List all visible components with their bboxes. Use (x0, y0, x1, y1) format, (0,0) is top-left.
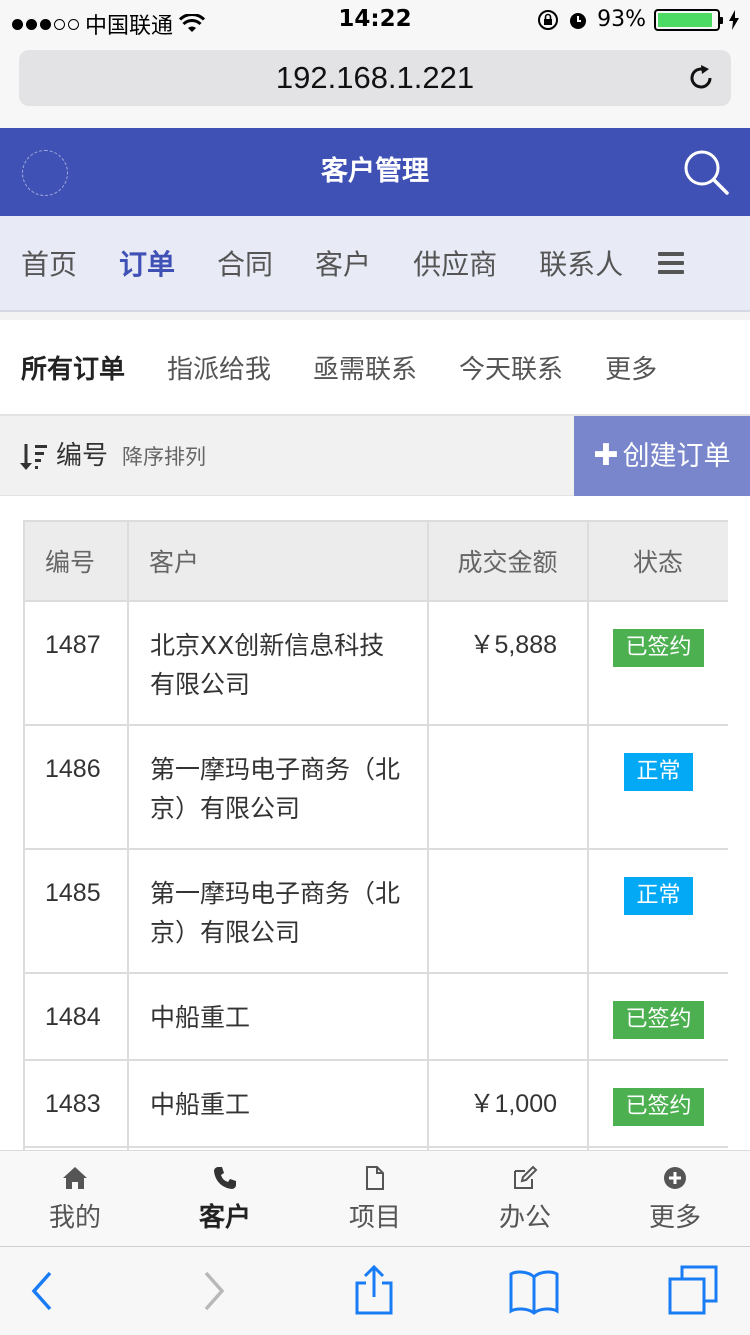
nav-item-suppliers[interactable]: 供应商 (392, 243, 518, 283)
cell-amount (427, 724, 589, 850)
app-tab-bar: 我的 客户 项目 办公 更多 (0, 1150, 750, 1247)
forward-icon[interactable] (186, 1265, 238, 1317)
home-icon (63, 1167, 87, 1189)
create-order-button[interactable]: ✚ 创建订单 (574, 416, 750, 496)
bottom-tab-projects[interactable]: 项目 (300, 1151, 450, 1247)
page-title: 客户管理 (321, 156, 429, 187)
tab-assigned-to-me[interactable]: 指派给我 (146, 349, 292, 386)
charging-icon (729, 9, 739, 30)
tab-contact-today[interactable]: 今天联系 (438, 349, 584, 386)
cell-status: 已签约 (587, 1059, 728, 1148)
phone-icon (214, 1167, 236, 1189)
divider (0, 312, 750, 320)
cell-customer: 中船重工 (127, 972, 429, 1061)
cell-amount: ￥1,000 (427, 1059, 589, 1148)
cell-id: 1483 (23, 1059, 129, 1148)
bottom-tab-label: 项目 (348, 1203, 401, 1233)
reload-icon[interactable] (685, 62, 717, 94)
cell-id: 1484 (23, 972, 129, 1061)
cell-status: 正常 (587, 848, 728, 974)
bookmarks-icon[interactable] (508, 1265, 560, 1317)
table-header-row: 编号 客户 成交金额 状态 (23, 520, 728, 602)
sort-order[interactable]: 降序排列 (122, 416, 206, 498)
cell-id: 1485 (23, 848, 129, 974)
back-icon[interactable] (18, 1265, 70, 1317)
bottom-tab-label: 客户 (198, 1203, 251, 1233)
nav-item-home[interactable]: 首页 (0, 243, 98, 283)
cell-id: 1487 (23, 600, 129, 726)
cell-status: 已签约 (587, 972, 728, 1061)
browser-toolbar (0, 1246, 750, 1335)
column-header-customer[interactable]: 客户 (127, 520, 429, 602)
sort-field[interactable]: 编号 (56, 416, 108, 496)
main-nav: 首页 订单 合同 客户 供应商 联系人 (0, 216, 750, 312)
alarm-icon (570, 12, 587, 29)
share-icon[interactable] (348, 1265, 400, 1317)
nav-item-orders[interactable]: 订单 (98, 243, 196, 283)
tab-urgent-contact[interactable]: 亟需联系 (292, 349, 438, 386)
cell-status: 已签约 (587, 600, 728, 726)
bottom-tab-customers[interactable]: 客户 (150, 1151, 300, 1247)
nav-item-customers[interactable]: 客户 (294, 243, 392, 283)
bottom-tab-mine[interactable]: 我的 (0, 1151, 150, 1247)
table-row[interactable]: 1487 北京XX创新信息科技有限公司 ￥5,888 已签约 (23, 600, 728, 726)
status-badge: 正常 (624, 877, 693, 915)
edit-icon (514, 1165, 538, 1189)
cell-customer: 第一摩玛电子商务（北京）有限公司 (127, 848, 429, 974)
battery-icon (654, 8, 723, 31)
hamburger-menu-icon[interactable] (658, 252, 684, 279)
cell-status: 正常 (587, 724, 728, 850)
table-row[interactable]: 1485 第一摩玛电子商务（北京）有限公司 正常 (23, 848, 728, 974)
nav-item-contacts[interactable]: 联系人 (518, 243, 644, 283)
plus-circle-icon (664, 1167, 686, 1189)
cell-amount: ￥5,888 (427, 600, 589, 726)
address-bar[interactable]: 192.168.1.221 (19, 50, 731, 106)
status-badge: 已签约 (613, 1088, 704, 1126)
bottom-tab-label: 我的 (48, 1203, 101, 1233)
bottom-tab-office[interactable]: 办公 (450, 1151, 600, 1247)
bottom-tab-label: 更多 (648, 1203, 701, 1233)
battery-percent: 93% (597, 7, 646, 32)
browser-address-area: 192.168.1.221 (0, 40, 750, 128)
column-header-id[interactable]: 编号 (23, 520, 129, 602)
cell-customer: 第一摩玛电子商务（北京）有限公司 (127, 724, 429, 850)
column-header-amount[interactable]: 成交金额 (427, 520, 589, 602)
sort-descending-icon[interactable] (20, 442, 48, 472)
cell-customer: 北京XX创新信息科技有限公司 (127, 600, 429, 726)
tab-more[interactable]: 更多 (584, 349, 678, 386)
status-bar: 中国联通 14:22 93% (0, 0, 750, 40)
url-text: 192.168.1.221 (275, 60, 475, 95)
search-icon[interactable] (682, 148, 730, 196)
bottom-tab-label: 办公 (498, 1203, 551, 1233)
status-right: 93% (537, 7, 740, 32)
document-icon (366, 1166, 384, 1190)
tab-all-orders[interactable]: 所有订单 (0, 349, 146, 386)
status-badge: 已签约 (613, 629, 704, 667)
table-row[interactable]: 1486 第一摩玛电子商务（北京）有限公司 正常 (23, 724, 728, 850)
orders-table: 编号 客户 成交金额 状态 1487 北京XX创新信息科技有限公司 ￥5,888… (23, 520, 728, 1150)
table-row[interactable]: 1483 中船重工 ￥1,000 已签约 (23, 1059, 728, 1148)
status-badge: 正常 (624, 753, 693, 791)
bottom-tab-more[interactable]: 更多 (600, 1151, 750, 1247)
column-header-status[interactable]: 状态 (587, 520, 728, 602)
nav-item-contracts[interactable]: 合同 (196, 243, 294, 283)
cell-customer: 中船重工 (127, 1059, 429, 1148)
app-header: 客户管理 (0, 128, 750, 216)
sort-bar: 编号 降序排列 ✚ 创建订单 (0, 416, 750, 496)
cell-id: 1486 (23, 724, 129, 850)
table-row[interactable]: 1484 中船重工 已签约 (23, 972, 728, 1061)
rotation-lock-icon (538, 9, 559, 30)
tabs-icon[interactable] (668, 1265, 720, 1317)
cell-amount (427, 848, 589, 974)
cell-amount (427, 972, 589, 1061)
order-filter-tabs: 所有订单 指派给我 亟需联系 今天联系 更多 (0, 320, 750, 416)
create-order-label: 创建订单 (622, 441, 731, 472)
status-badge: 已签约 (613, 1001, 704, 1039)
plus-icon: ✚ (593, 438, 619, 473)
